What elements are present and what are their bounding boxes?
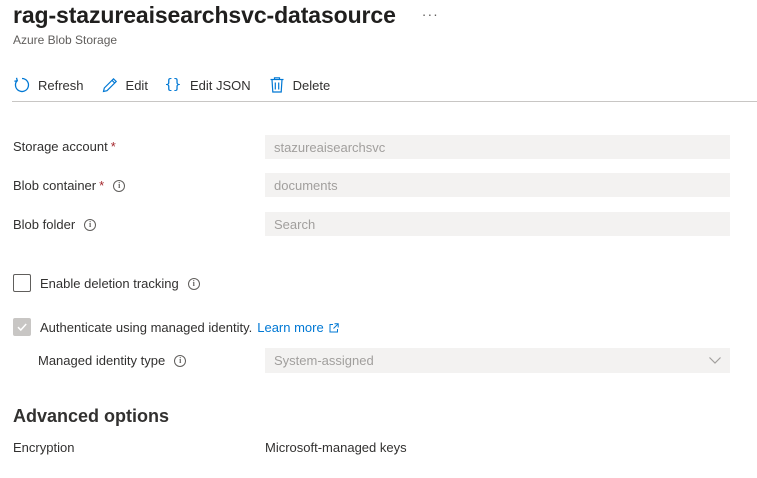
edit-label: Edit	[125, 77, 148, 93]
page-subtitle: Azure Blob Storage	[13, 33, 118, 47]
more-options-button[interactable]: ···	[422, 6, 439, 22]
info-icon[interactable]: i	[187, 277, 200, 290]
delete-label: Delete	[292, 77, 331, 93]
storage-account-label: Storage account *	[13, 139, 116, 154]
page-title: rag-stazureaisearchsvc-datasource	[13, 2, 396, 28]
edit-json-label: Edit JSON	[189, 77, 251, 93]
dropdown-selected-value: System-assigned	[274, 353, 374, 368]
managed-identity-type-label-text: Managed identity type	[38, 353, 166, 368]
info-icon[interactable]: i	[113, 179, 126, 192]
encryption-label: Encryption	[13, 440, 75, 455]
chevron-down-icon	[708, 354, 722, 369]
braces-icon: {}	[164, 77, 182, 93]
required-indicator: *	[99, 178, 105, 193]
edit-button[interactable]: Edit	[100, 75, 148, 95]
managed-identity-checkbox[interactable]	[13, 318, 31, 336]
deletion-tracking-label: Enable deletion tracking i	[40, 276, 200, 291]
external-link-icon	[329, 322, 339, 333]
managed-identity-type-dropdown[interactable]: System-assigned	[265, 348, 730, 373]
refresh-label: Refresh	[38, 77, 84, 93]
refresh-button[interactable]: Refresh	[12, 75, 84, 95]
learn-more-text: Learn more	[257, 320, 324, 335]
storage-account-label-text: Storage account	[13, 139, 108, 154]
blob-container-label: Blob container * i	[13, 178, 126, 193]
blob-folder-input[interactable]: Search	[265, 212, 730, 236]
managed-identity-type-label: Managed identity type i	[38, 353, 187, 368]
delete-button[interactable]: Delete	[267, 75, 331, 95]
toolbar-divider	[12, 101, 757, 102]
learn-more-link[interactable]: Learn more	[257, 320, 339, 335]
blob-container-label-text: Blob container	[13, 178, 97, 193]
edit-json-button[interactable]: {} Edit JSON	[164, 75, 251, 95]
title-row: rag-stazureaisearchsvc-datasource ···	[13, 2, 439, 29]
blob-folder-label-text: Blob folder	[13, 217, 76, 232]
checkmark-icon	[17, 323, 27, 332]
deletion-tracking-label-text: Enable deletion tracking	[40, 276, 179, 291]
required-indicator: *	[110, 139, 116, 154]
refresh-icon	[12, 75, 32, 95]
managed-identity-label: Authenticate using managed identity. Lea…	[40, 320, 339, 335]
info-icon[interactable]: i	[84, 218, 97, 231]
deletion-tracking-checkbox[interactable]	[13, 274, 31, 292]
storage-account-input[interactable]: stazureaisearchsvc	[265, 135, 730, 159]
encryption-value: Microsoft-managed keys	[265, 440, 407, 455]
info-icon[interactable]: i	[174, 354, 187, 367]
managed-identity-label-text: Authenticate using managed identity.	[40, 320, 253, 335]
advanced-options-heading: Advanced options	[13, 406, 170, 426]
command-bar: Refresh Edit {} Edit JSON Delete	[12, 72, 346, 98]
trash-icon	[267, 75, 287, 95]
pencil-icon	[100, 75, 120, 95]
blob-folder-label: Blob folder i	[13, 217, 97, 232]
blob-container-input[interactable]: documents	[265, 173, 730, 197]
